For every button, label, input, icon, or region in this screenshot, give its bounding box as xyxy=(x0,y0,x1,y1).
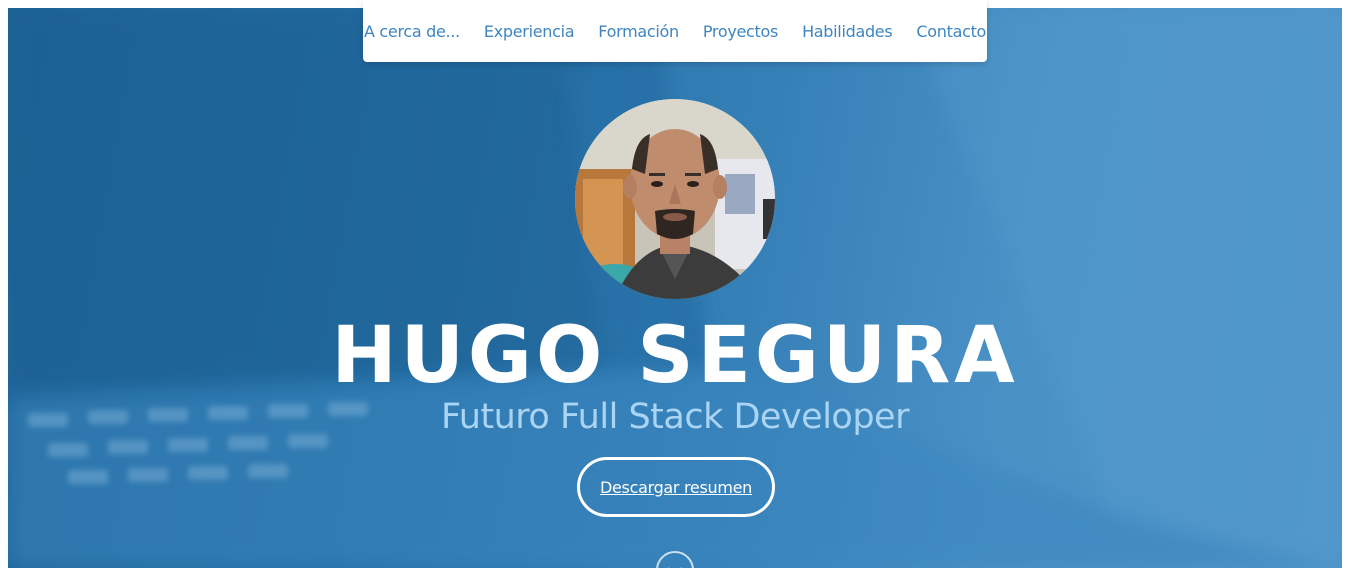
top-navbar: A cerca de... Experiencia Formación Proy… xyxy=(363,0,987,62)
nav-item-experience[interactable]: Experiencia xyxy=(472,22,586,41)
nav-item-skills[interactable]: Habilidades xyxy=(790,22,904,41)
chevron-down-circle-icon[interactable] xyxy=(655,550,695,568)
hero-section: HUGO SEGURA Futuro Full Stack Developer … xyxy=(8,8,1342,568)
profile-photo-icon xyxy=(575,99,775,299)
nav-item-education[interactable]: Formación xyxy=(586,22,691,41)
download-resume-label: Descargar resumen xyxy=(599,477,753,497)
hero-subtitle: Futuro Full Stack Developer xyxy=(441,397,909,437)
hero-name: HUGO SEGURA xyxy=(331,311,1019,401)
nav-item-contact[interactable]: Contacto xyxy=(904,22,998,41)
nav-item-about[interactable]: A cerca de... xyxy=(352,22,472,41)
profile-avatar xyxy=(575,99,775,299)
download-resume-button[interactable]: Descargar resumen xyxy=(577,457,775,517)
nav-item-projects[interactable]: Proyectos xyxy=(691,22,790,41)
